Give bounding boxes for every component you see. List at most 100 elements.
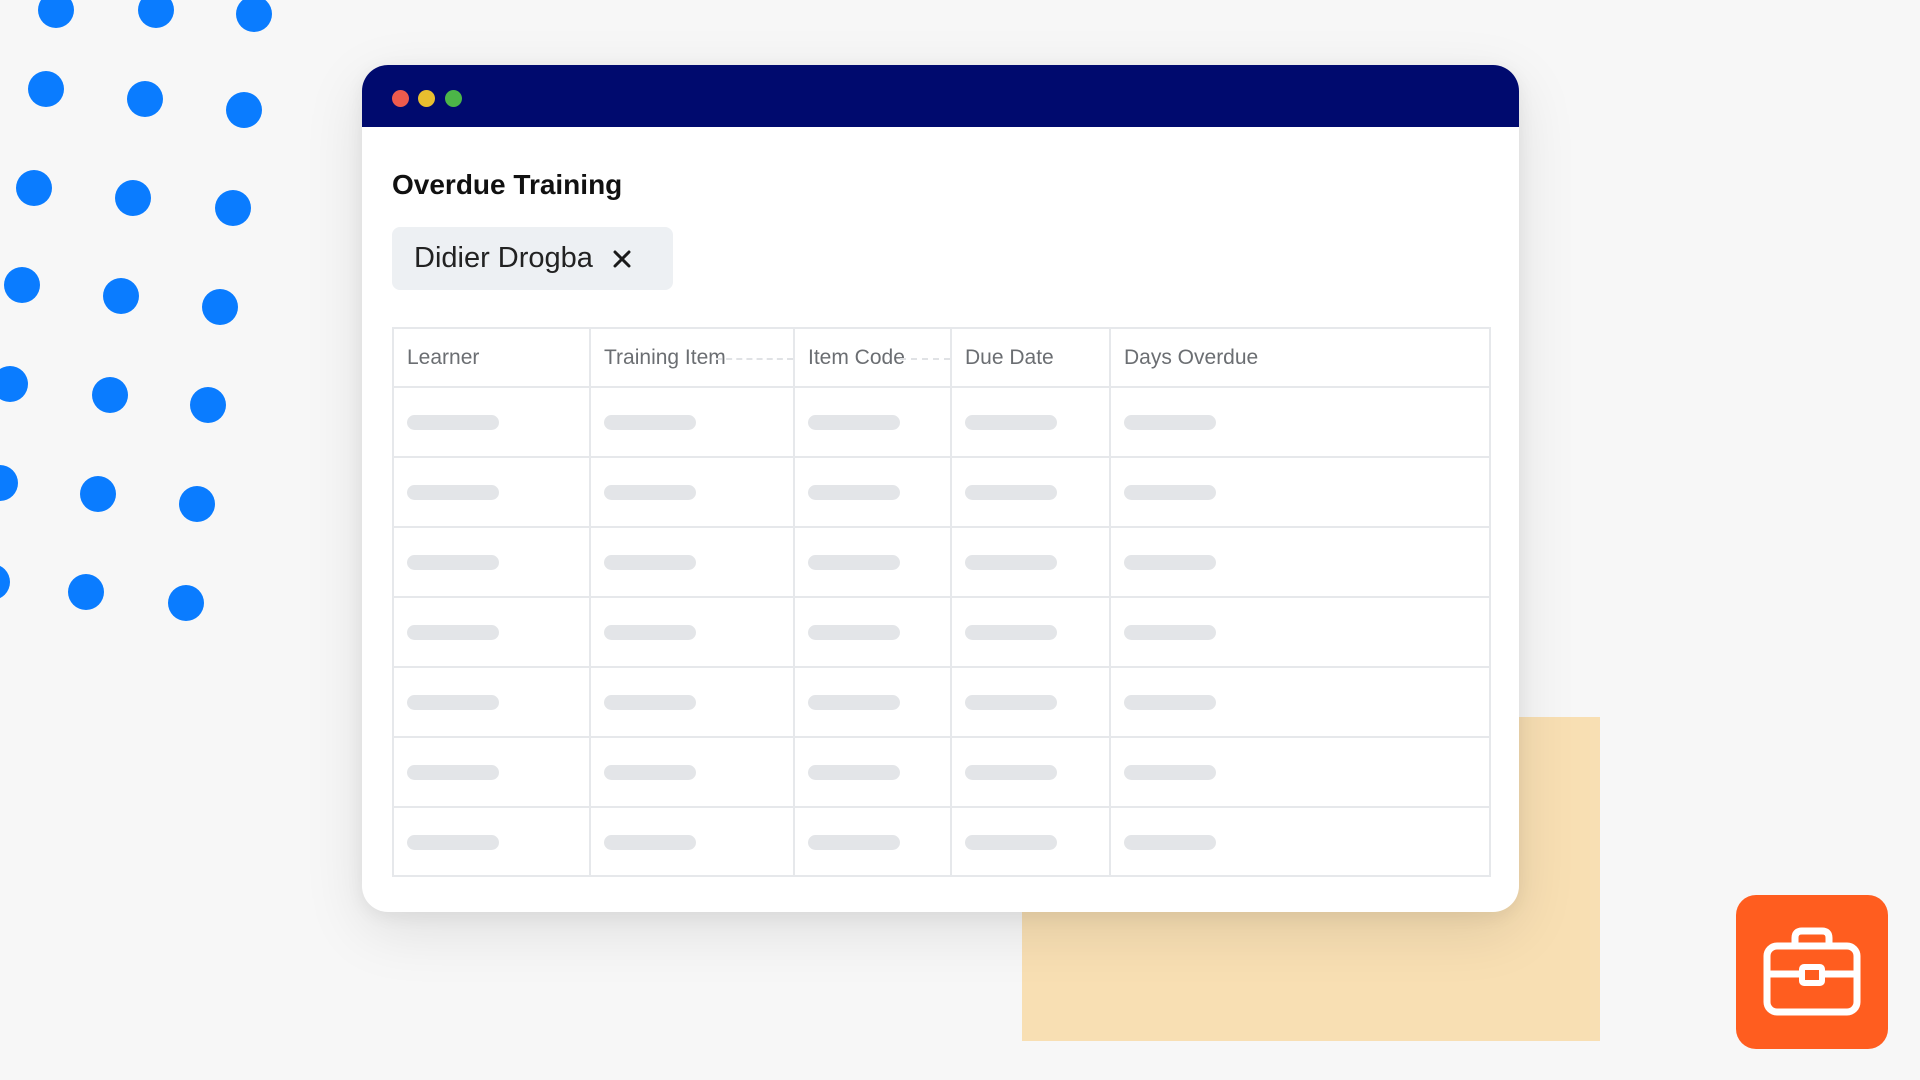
briefcase-badge[interactable]: [1736, 895, 1888, 1049]
loading-placeholder-bar: [965, 835, 1057, 850]
loading-placeholder-bar: [808, 764, 900, 780]
table-row[interactable]: [394, 666, 1489, 738]
table-row[interactable]: [394, 526, 1489, 598]
loading-placeholder-bar: [407, 484, 499, 500]
table-cell: [589, 666, 795, 738]
table-cell: [950, 526, 1111, 598]
decorative-dot: [68, 574, 104, 610]
table-header-row: Learner Training Item Item Code Due Date…: [394, 329, 1489, 388]
table-cell: [950, 666, 1111, 738]
decorative-dot: [138, 0, 174, 28]
column-header-days-overdue[interactable]: Days Overdue: [1109, 329, 1489, 388]
loading-placeholder-bar: [604, 414, 696, 430]
decorative-dot: [202, 289, 238, 325]
loading-placeholder-bar: [604, 484, 696, 500]
header-divider-line: [716, 357, 793, 360]
table-cell: [793, 456, 952, 528]
table-cell: [793, 806, 952, 877]
decorative-dot: [215, 190, 251, 226]
table-cell: [793, 736, 952, 808]
table-cell: [394, 806, 591, 877]
decorative-dot: [103, 278, 139, 314]
loading-placeholder-bar: [1124, 835, 1216, 850]
filter-chip-label: Didier Drogba: [414, 242, 593, 274]
column-header-due-date[interactable]: Due Date: [950, 329, 1111, 388]
loading-placeholder-bar: [1124, 694, 1216, 710]
window-titlebar: [362, 65, 1519, 127]
table-cell: [394, 666, 591, 738]
table-cell: [394, 736, 591, 808]
table-cell: [950, 806, 1111, 877]
loading-placeholder-bar: [808, 694, 900, 710]
page-title: Overdue Training: [392, 169, 623, 200]
loading-placeholder-bar: [808, 484, 900, 500]
table-row[interactable]: [394, 386, 1489, 458]
loading-placeholder-bar: [407, 694, 499, 710]
loading-placeholder-bar: [965, 694, 1057, 710]
overdue-training-table: Learner Training Item Item Code Due Date…: [392, 327, 1491, 877]
loading-placeholder-bar: [808, 624, 900, 640]
loading-placeholder-bar: [407, 554, 499, 570]
window-maximize-dot[interactable]: [445, 90, 462, 107]
table-cell: [394, 386, 591, 458]
decorative-dot: [236, 0, 272, 32]
decorative-dot: [168, 585, 204, 621]
filter-chip: Didier Drogba: [392, 227, 673, 290]
table-row[interactable]: [394, 736, 1489, 808]
decorative-dot: [80, 476, 116, 512]
decorative-dot: [16, 170, 52, 206]
table-cell: [589, 736, 795, 808]
table-cell: [394, 596, 591, 668]
decorative-dot: [0, 366, 28, 402]
decorative-dot-pattern: [0, 0, 300, 640]
table-body: [394, 386, 1489, 877]
table-row[interactable]: [394, 806, 1489, 877]
close-icon[interactable]: [611, 248, 633, 270]
loading-placeholder-bar: [965, 764, 1057, 780]
table-cell: [1109, 736, 1489, 808]
window-minimize-dot[interactable]: [418, 90, 435, 107]
loading-placeholder-bar: [604, 835, 696, 850]
table-cell: [394, 526, 591, 598]
table-cell: [1109, 386, 1489, 458]
window-close-dot[interactable]: [392, 90, 409, 107]
loading-placeholder-bar: [808, 835, 900, 850]
table-cell: [1109, 666, 1489, 738]
decorative-dot: [0, 564, 10, 600]
loading-placeholder-bar: [1124, 764, 1216, 780]
column-header-learner[interactable]: Learner: [394, 329, 591, 388]
table-row[interactable]: [394, 596, 1489, 668]
loading-placeholder-bar: [407, 764, 499, 780]
loading-placeholder-bar: [604, 764, 696, 780]
loading-placeholder-bar: [407, 414, 499, 430]
table-cell: [1109, 596, 1489, 668]
table-cell: [950, 456, 1111, 528]
table-cell: [1109, 526, 1489, 598]
loading-placeholder-bar: [604, 694, 696, 710]
decorative-dot: [226, 92, 262, 128]
loading-placeholder-bar: [965, 554, 1057, 570]
table-cell: [589, 386, 795, 458]
decorative-dot: [38, 0, 74, 28]
decorative-dot: [127, 81, 163, 117]
table-row[interactable]: [394, 456, 1489, 528]
briefcase-icon: [1763, 927, 1861, 1016]
decorative-dot: [115, 180, 151, 216]
table-cell: [589, 526, 795, 598]
loading-placeholder-bar: [808, 414, 900, 430]
column-header-training-item[interactable]: Training Item: [589, 329, 795, 388]
table-cell: [793, 596, 952, 668]
loading-placeholder-bar: [1124, 414, 1216, 430]
decorative-dot: [4, 267, 40, 303]
column-header-item-code[interactable]: Item Code: [793, 329, 952, 388]
table-cell: [793, 526, 952, 598]
decorative-dot: [179, 486, 215, 522]
table-cell: [1109, 456, 1489, 528]
loading-placeholder-bar: [965, 414, 1057, 430]
app-window: Overdue Training Didier Drogba Learner T…: [362, 65, 1519, 912]
table-cell: [589, 596, 795, 668]
table-cell: [589, 806, 795, 877]
table-cell: [793, 666, 952, 738]
loading-placeholder-bar: [604, 624, 696, 640]
loading-placeholder-bar: [965, 484, 1057, 500]
